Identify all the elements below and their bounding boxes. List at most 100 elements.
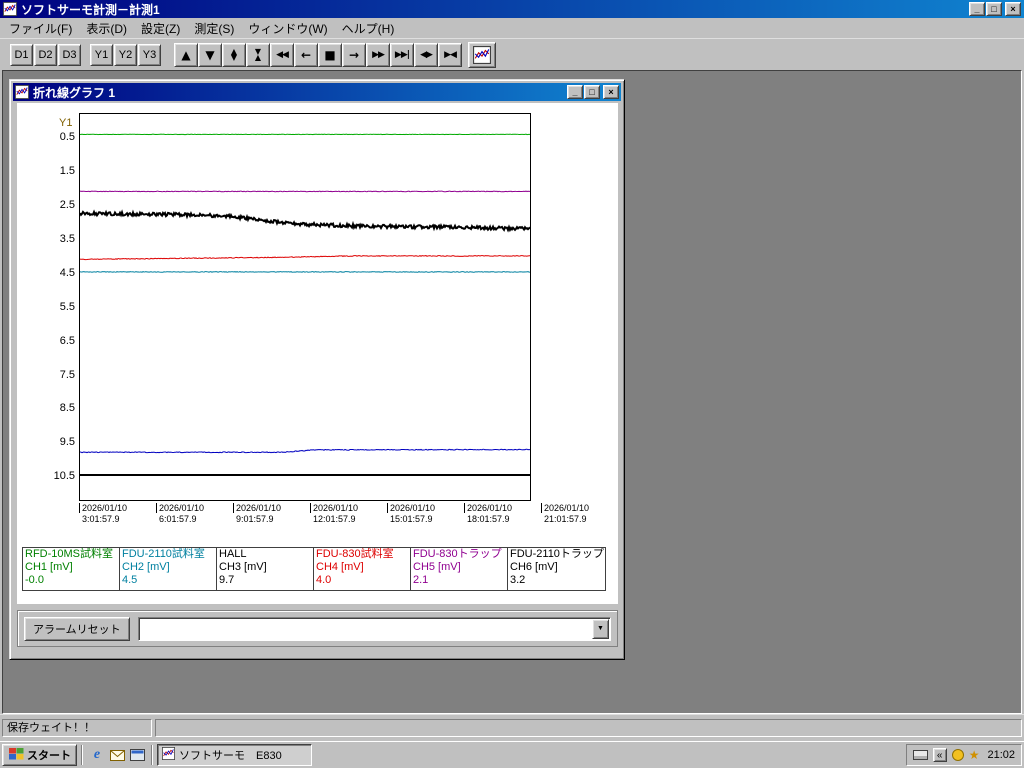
toolbar-y3-button[interactable]: Y3 xyxy=(138,43,161,66)
taskbar: スタート e ソフトサーモ E830 « ★ 21:02 xyxy=(0,741,1024,768)
y-tick-5: 5.5 xyxy=(59,300,75,313)
time-strip-box xyxy=(79,475,531,501)
star-icon[interactable]: ★ xyxy=(969,749,980,761)
expand-horizontal-button[interactable]: ◀▶ xyxy=(414,42,438,67)
maximize-button[interactable]: □ xyxy=(986,2,1002,16)
y-tick-2: 2.5 xyxy=(59,198,75,211)
child-close-button[interactable]: × xyxy=(603,85,619,99)
line-graph-client: Y1 0.5 1.5 2.5 3.5 4.5 5.5 6.5 7.5 8.5 9.5 10.5 20… xyxy=(13,101,621,656)
line-graph-window: 折れ線グラフ 1 _ □ × Y1 0.5 1.5 2.5 3.5 4.5 5.5 6.5 7… xyxy=(9,79,625,660)
menu-item-display[interactable]: 表示(D) xyxy=(79,18,134,39)
x-axis-tick xyxy=(156,503,157,513)
close-button[interactable]: × xyxy=(1005,2,1021,16)
combobox-dropdown-icon[interactable]: ▼ xyxy=(592,618,609,639)
fast-forward-button[interactable]: ▶▶ xyxy=(366,42,390,67)
stop-button[interactable]: ■ xyxy=(318,42,342,67)
toolbar-d1-button[interactable]: D1 xyxy=(10,43,33,66)
x-label-1: 2026/01/10 6:01:57.9 xyxy=(156,503,232,525)
menu-item-file[interactable]: ファイル(F) xyxy=(2,18,79,39)
status-bar: 保存ウェイト！！ xyxy=(0,714,1024,741)
menu-bar: ファイル(F) 表示(D) 設定(Z) 測定(S) ウィンドウ(W) ヘルプ(H) xyxy=(0,18,1024,38)
x-axis-labels: 2026/01/10 3:01:57.9 2026/01/10 6:01:57.9 20… xyxy=(79,503,619,527)
legend-cell-ch3: HALL CH3 [mV] 9.7 xyxy=(217,548,314,590)
x-label-6: 2026/01/10 21:01:57.9 xyxy=(541,503,617,525)
notification-icon[interactable] xyxy=(951,749,964,761)
start-label: スタート xyxy=(27,750,71,762)
step-right-button[interactable]: → xyxy=(342,42,366,67)
series-ch3-line xyxy=(80,448,530,454)
compress-horizontal-button[interactable]: ▶◀ xyxy=(438,42,462,67)
legend-cell-ch6: FDU-2110トラップ CH6 [mV] 3.2 xyxy=(508,548,605,590)
fast-rewind-button[interactable]: ◀◀ xyxy=(270,42,294,67)
title-bar: ソフトサーモ計測－計測1 _ □ × xyxy=(0,0,1024,18)
start-button[interactable]: スタート xyxy=(2,744,77,766)
toolbar-group-nav: ▲ ▼ ▲ ▼ ▼ ▲ ◀◀ ← ■ → ▶▶ ▶▶| ◀▶ ▶◀ xyxy=(174,42,462,67)
y-tick-6: 6.5 xyxy=(59,334,75,347)
alarm-combobox-value[interactable] xyxy=(139,618,591,640)
y-tick-0: 0.5 xyxy=(59,130,75,143)
ie-icon[interactable]: e xyxy=(88,746,106,764)
alarm-reset-button[interactable]: アラームリセット xyxy=(24,616,130,641)
y-tick-3: 3.5 xyxy=(59,232,75,245)
menu-item-help[interactable]: ヘルプ(H) xyxy=(335,18,402,39)
show-desktop-icon[interactable] xyxy=(128,746,146,764)
compress-vertical-button[interactable]: ▼ ▲ xyxy=(246,42,270,67)
y-tick-1: 1.5 xyxy=(59,164,75,177)
alarm-panel: アラームリセット ▼ xyxy=(17,610,618,647)
task-icon xyxy=(162,747,175,763)
taskbar-divider xyxy=(81,745,83,765)
minimize-button[interactable]: _ xyxy=(969,2,985,16)
series-ch4-line xyxy=(80,255,530,261)
taskbar-task-softthermo[interactable]: ソフトサーモ E830 xyxy=(157,744,312,766)
x-label-4: 2026/01/10 15:01:57.9 xyxy=(387,503,463,525)
y-tick-8: 8.5 xyxy=(59,402,75,415)
line-chart xyxy=(80,133,530,454)
legend-table: RFD-10MS試料室 CH1 [mV] -0.0 FDU-2110試料室 CH2 [m… xyxy=(22,547,606,591)
line-graph-title: 折れ線グラフ 1 xyxy=(33,85,116,100)
toolbar-d3-button[interactable]: D3 xyxy=(58,43,81,66)
task-label: ソフトサーモ E830 xyxy=(179,750,282,762)
y-tick-9: 9.5 xyxy=(59,436,75,449)
toolbar-group-d: D1 D2 D3 xyxy=(10,43,82,66)
status-message: 保存ウェイト！！ xyxy=(2,719,152,737)
x-axis-tick xyxy=(541,503,542,513)
step-left-button[interactable]: ← xyxy=(294,42,318,67)
menu-item-settings[interactable]: 設定(Z) xyxy=(134,18,187,39)
hide-icons-button[interactable]: « xyxy=(932,748,947,762)
scroll-down-button[interactable]: ▼ xyxy=(198,42,222,67)
toolbar-y1-button[interactable]: Y1 xyxy=(90,43,113,66)
toolbar-d2-button[interactable]: D2 xyxy=(34,43,57,66)
menu-item-window[interactable]: ウィンドウ(W) xyxy=(241,18,334,39)
x-axis-tick xyxy=(387,503,388,513)
scroll-up-button[interactable]: ▲ xyxy=(174,42,198,67)
status-pane-empty xyxy=(155,719,1022,737)
menu-item-measure[interactable]: 測定(S) xyxy=(187,18,241,39)
graph-window-button[interactable] xyxy=(468,41,496,68)
window-title: ソフトサーモ計測－計測1 xyxy=(21,2,160,17)
x-axis-tick xyxy=(233,503,234,513)
x-axis-tick xyxy=(464,503,465,513)
desktop: ソフトサーモ計測－計測1 _ □ × ファイル(F) 表示(D) 設定(Z) 測定(S… xyxy=(0,0,1024,768)
child-minimize-button[interactable]: _ xyxy=(567,85,583,99)
x-label-5: 2026/01/10 18:01:57.9 xyxy=(464,503,540,525)
x-label-2: 2026/01/10 9:01:57.9 xyxy=(233,503,309,525)
expand-vertical-button[interactable]: ▲ ▼ xyxy=(222,42,246,67)
toolbar-group-y: Y1 Y2 Y3 xyxy=(90,43,162,66)
legend-cell-ch2: FDU-2110試料室 CH2 [mV] 4.5 xyxy=(120,548,217,590)
y-tick-10: 10.5 xyxy=(53,470,75,483)
y-tick-7: 7.5 xyxy=(59,368,75,381)
alarm-combobox[interactable]: ▼ xyxy=(137,616,611,641)
series-ch6-line xyxy=(80,209,530,233)
mail-icon[interactable] xyxy=(108,746,126,764)
keyboard-icon[interactable] xyxy=(912,750,928,760)
toolbar-y2-button[interactable]: Y2 xyxy=(114,43,137,66)
y-axis-name: Y1 xyxy=(59,117,73,129)
series-ch2-line xyxy=(80,271,530,273)
system-tray: « ★ 21:02 xyxy=(905,744,1022,766)
taskbar-divider xyxy=(151,745,153,765)
chart-panel: Y1 0.5 1.5 2.5 3.5 4.5 5.5 6.5 7.5 8.5 9.5 10.5 20… xyxy=(17,103,618,604)
taskbar-clock[interactable]: 21:02 xyxy=(987,749,1015,761)
child-maximize-button[interactable]: □ xyxy=(584,85,600,99)
jump-to-end-button[interactable]: ▶▶| xyxy=(390,42,414,67)
legend-cell-ch1: RFD-10MS試料室 CH1 [mV] -0.0 xyxy=(23,548,120,590)
